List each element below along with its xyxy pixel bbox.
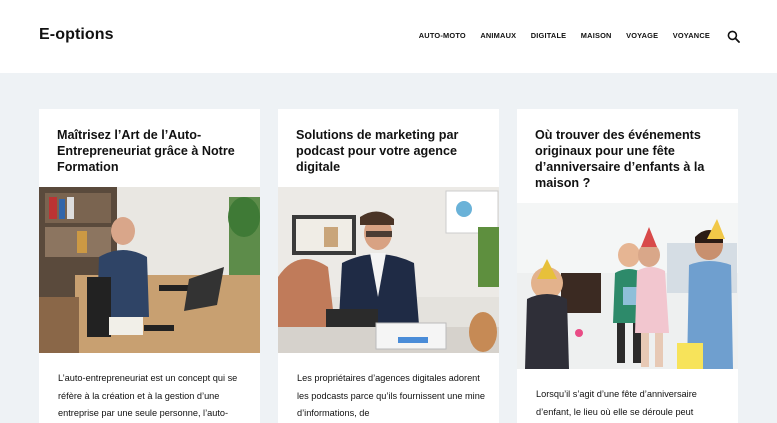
nav-link-maison[interactable]: MAISON (581, 31, 612, 40)
article-card[interactable]: Maîtrisez l’Art de l’Auto-Entrepreneuria… (39, 109, 260, 423)
nav-link-digitale[interactable]: DIGITALE (531, 31, 567, 40)
podcast-office-image (278, 187, 499, 353)
main-nav: AUTO-MOTO ANIMAUX DIGITALE MAISON VOYAGE… (404, 31, 710, 40)
search-icon[interactable] (727, 30, 740, 43)
site-header: E-options AUTO-MOTO ANIMAUX DIGITALE MAI… (0, 0, 777, 73)
nav-link-voyance[interactable]: VOYANCE (673, 31, 710, 40)
birthday-party-image (517, 203, 738, 369)
article-title[interactable]: Maîtrisez l’Art de l’Auto-Entrepreneuria… (57, 127, 247, 175)
nav-link-voyage[interactable]: VOYAGE (626, 31, 658, 40)
article-excerpt: Les propriétaires d’agences digitales ad… (297, 373, 485, 418)
article-card[interactable]: Solutions de marketing par podcast pour … (278, 109, 499, 423)
nav-link-animaux[interactable]: ANIMAUX (480, 31, 516, 40)
article-title[interactable]: Où trouver des événements originaux pour… (535, 127, 725, 191)
article-excerpt: L’auto-entrepreneuriat est un concept qu… (58, 373, 238, 418)
article-title[interactable]: Solutions de marketing par podcast pour … (296, 127, 486, 175)
article-image[interactable] (39, 187, 260, 353)
nav-link-auto-moto[interactable]: AUTO-MOTO (419, 31, 466, 40)
article-card[interactable]: Où trouver des événements originaux pour… (517, 109, 738, 423)
article-excerpt: Lorsqu’il s’agit d’une fête d’anniversai… (536, 389, 697, 417)
office-laptop-image (39, 187, 260, 353)
article-image[interactable] (278, 187, 499, 353)
article-image[interactable] (517, 203, 738, 369)
site-logo[interactable]: E-options (39, 26, 114, 44)
